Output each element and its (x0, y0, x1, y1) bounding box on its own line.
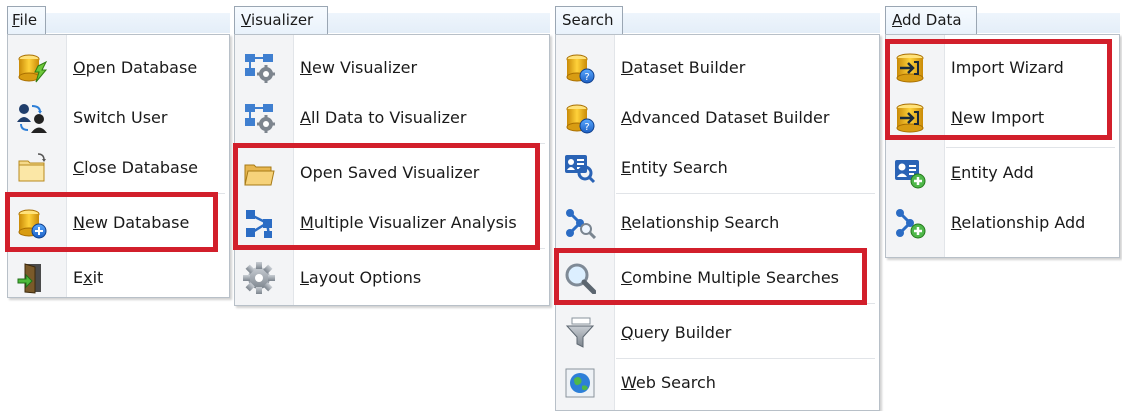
menu-item-dataset-builder[interactable]: ? Dataset Builder (556, 43, 879, 93)
menu-item-new-database[interactable]: New Database (8, 198, 229, 248)
separator (616, 303, 875, 304)
menu-visualizer-label: Visualizer (241, 11, 314, 29)
menu-item-label: New Database (73, 213, 190, 232)
new-import-icon (894, 102, 926, 134)
separator (295, 248, 545, 249)
funnel-icon (564, 317, 596, 349)
menu-item-new-visualizer[interactable]: New Visualizer (235, 43, 549, 93)
visualizer-menu-panel: New Visualizer All Data to Visualizer Op… (234, 34, 550, 306)
menu-search-label: Search (562, 11, 614, 29)
visualizer-menu: Visualizer New Visualizer All Data to Vi… (234, 6, 550, 306)
separator (946, 147, 1115, 148)
separator (616, 193, 875, 194)
menu-item-entity-add[interactable]: Entity Add (886, 148, 1119, 198)
relationship-search-icon (564, 207, 596, 239)
menu-item-label: Relationship Add (951, 213, 1086, 232)
menu-item-entity-search[interactable]: Entity Search (556, 143, 879, 193)
menu-item-label: Switch User (73, 108, 168, 127)
gear-icon (243, 262, 275, 294)
menu-item-combine-multiple-searches[interactable]: Combine Multiple Searches (556, 253, 879, 303)
menubar-background (623, 13, 880, 33)
menubar-background (46, 13, 230, 33)
menu-item-switch-user[interactable]: Switch User (8, 93, 229, 143)
advanced-dataset-builder-icon: ? (564, 102, 596, 134)
menu-file-label: File (12, 11, 38, 29)
menu-item-label: Relationship Search (621, 213, 780, 232)
menu-item-label: Advanced Dataset Builder (621, 108, 830, 127)
menu-item-label: Multiple Visualizer Analysis (300, 213, 517, 232)
new-database-icon (16, 207, 48, 239)
menu-item-relationship-add[interactable]: Relationship Add (886, 198, 1119, 248)
menu-item-label: Layout Options (300, 268, 422, 287)
menu-add-data[interactable]: Add Data (885, 6, 977, 34)
new-visualizer-icon (243, 52, 275, 84)
menu-item-relationship-search[interactable]: Relationship Search (556, 198, 879, 248)
menu-item-exit[interactable]: Exit (8, 253, 229, 303)
search-menu-panel: ? Dataset Builder ? Advanced Dataset Bui… (555, 34, 880, 411)
menu-item-layout-options[interactable]: Layout Options (235, 253, 549, 303)
network-icon (243, 207, 275, 239)
menu-add-data-label: Add Data (892, 11, 962, 29)
menubar-background (328, 13, 550, 33)
add-data-menu-panel: Import Wizard New Import Entity Add Rela… (885, 34, 1120, 258)
menu-item-new-import[interactable]: New Import (886, 93, 1119, 143)
add-data-menu: Add Data Import Wizard New Import Entity… (885, 6, 1120, 258)
menu-item-label: Web Search (621, 373, 716, 392)
relationship-add-icon (894, 207, 926, 239)
search-menu: Search ? Dataset Builder ? Advanced Data… (555, 6, 880, 411)
menu-item-label: Close Database (73, 158, 199, 177)
open-database-icon (16, 52, 48, 84)
menu-item-import-wizard[interactable]: Import Wizard (886, 43, 1119, 93)
menu-search[interactable]: Search (555, 6, 623, 34)
menu-item-multiple-visualizer-analysis[interactable]: Multiple Visualizer Analysis (235, 198, 549, 248)
separator (616, 358, 875, 359)
menu-file[interactable]: File (7, 6, 46, 34)
menu-item-query-builder[interactable]: Query Builder (556, 308, 879, 358)
menu-item-label: Entity Search (621, 158, 728, 177)
menu-item-advanced-dataset-builder[interactable]: ? Advanced Dataset Builder (556, 93, 879, 143)
menu-item-label: All Data to Visualizer (300, 108, 467, 127)
menu-item-label: Combine Multiple Searches (621, 268, 840, 287)
entity-search-icon (564, 152, 596, 184)
separator (295, 143, 545, 144)
menu-item-close-database[interactable]: Close Database (8, 143, 229, 193)
menu-visualizer[interactable]: Visualizer (234, 6, 328, 34)
menu-item-open-saved-visualizer[interactable]: Open Saved Visualizer (235, 148, 549, 198)
menu-item-label: Query Builder (621, 323, 732, 342)
menu-item-label: Exit (73, 268, 104, 287)
import-wizard-icon (894, 52, 926, 84)
magnifier-icon (564, 262, 596, 294)
close-database-icon (16, 152, 48, 184)
entity-add-icon (894, 157, 926, 189)
menu-item-label: Open Saved Visualizer (300, 163, 480, 182)
switch-user-icon (16, 102, 48, 134)
menu-item-label: Import Wizard (951, 58, 1064, 77)
menu-item-label: Dataset Builder (621, 58, 746, 77)
menu-item-open-database[interactable]: Open Database (8, 43, 229, 93)
svg-text:?: ? (584, 122, 589, 133)
all-data-to-visualizer-icon (243, 102, 275, 134)
menu-item-all-data-to-visualizer[interactable]: All Data to Visualizer (235, 93, 549, 143)
menu-item-label: New Visualizer (300, 58, 418, 77)
dataset-builder-icon: ? (564, 52, 596, 84)
menu-item-label: Open Database (73, 58, 198, 77)
file-menu: File Open Database Switch User Close Dat… (7, 6, 230, 306)
menu-item-label: New Import (951, 108, 1045, 127)
folder-icon (243, 157, 275, 189)
exit-icon (16, 262, 48, 294)
file-menu-panel: Open Database Switch User Close Database… (7, 34, 230, 298)
svg-text:?: ? (584, 72, 589, 83)
separator (68, 193, 225, 194)
globe-icon (564, 367, 596, 399)
menu-item-label: Entity Add (951, 163, 1034, 182)
menu-item-web-search[interactable]: Web Search (556, 358, 879, 408)
menubar-background (977, 13, 1120, 33)
